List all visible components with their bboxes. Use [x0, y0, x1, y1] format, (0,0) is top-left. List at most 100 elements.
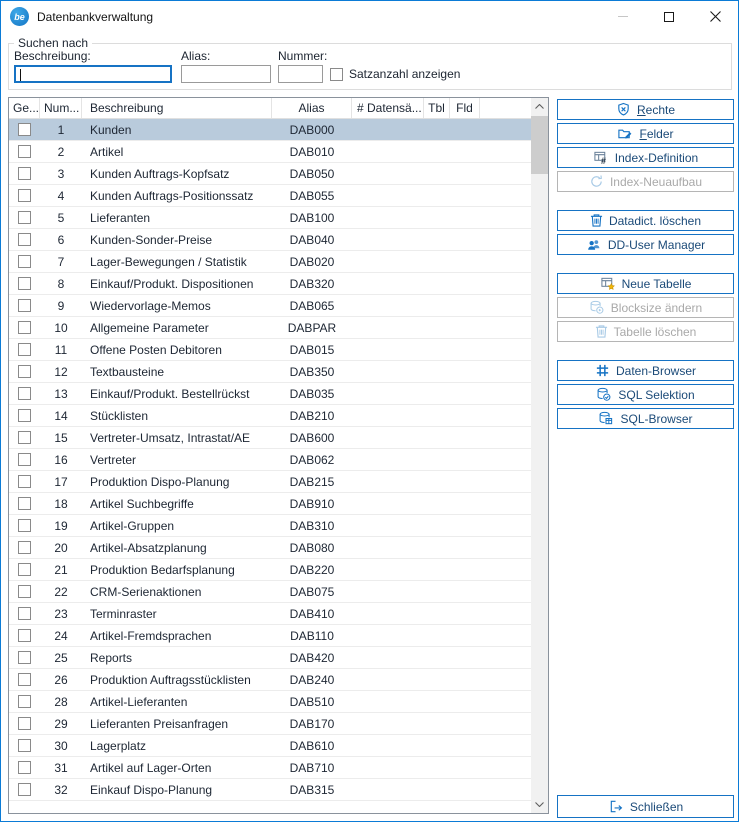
table-row[interactable]: 14 Stücklisten DAB210	[9, 405, 531, 427]
row-checkbox[interactable]	[18, 695, 31, 708]
row-number: 32	[40, 779, 82, 800]
vertical-scrollbar[interactable]	[531, 98, 548, 813]
column-header-datensaetze[interactable]: # Datensä...	[352, 98, 424, 118]
row-checkbox[interactable]	[18, 585, 31, 598]
felder-button[interactable]: Felder	[557, 123, 734, 144]
row-checkbox[interactable]	[18, 343, 31, 356]
row-checkbox[interactable]	[18, 211, 31, 224]
neue-tabelle-button[interactable]: Neue Tabelle	[557, 273, 734, 294]
row-beschreibung: Produktion Auftragsstücklisten	[82, 669, 272, 690]
table-row[interactable]: 24 Artikel-Fremdsprachen DAB110	[9, 625, 531, 647]
row-checkbox[interactable]	[18, 387, 31, 400]
nummer-input[interactable]	[278, 65, 323, 83]
datadict-loeschen-button[interactable]: Datadict. löschen	[557, 210, 734, 231]
table-row[interactable]: 5 Lieferanten DAB100	[9, 207, 531, 229]
table-row[interactable]: 17 Produktion Dispo-Planung DAB215	[9, 471, 531, 493]
satzanzahl-checkbox[interactable]	[330, 68, 343, 81]
row-checkbox[interactable]	[18, 673, 31, 686]
app-logo-icon: be	[10, 7, 29, 26]
row-checkbox[interactable]	[18, 123, 31, 136]
row-checkbox[interactable]	[18, 761, 31, 774]
scroll-up-icon[interactable]	[531, 98, 548, 115]
table-row[interactable]: 6 Kunden-Sonder-Preise DAB040	[9, 229, 531, 251]
index-definition-button[interactable]: #Index-Definition	[557, 147, 734, 168]
row-checkbox[interactable]	[18, 321, 31, 334]
table-row[interactable]: 1 Kunden DAB000	[9, 119, 531, 141]
row-checkbox[interactable]	[18, 651, 31, 664]
table-row[interactable]: 15 Vertreter-Umsatz, Intrastat/AE DAB600	[9, 427, 531, 449]
table-row[interactable]: 19 Artikel-Gruppen DAB310	[9, 515, 531, 537]
sql-browser-button[interactable]: SQL-Browser	[557, 408, 734, 429]
row-tbl	[424, 163, 450, 184]
daten-browser-button[interactable]: Daten-Browser	[557, 360, 734, 381]
table-row[interactable]: 26 Produktion Auftragsstücklisten DAB240	[9, 669, 531, 691]
table-row[interactable]: 11 Offene Posten Debitoren DAB015	[9, 339, 531, 361]
row-checkbox[interactable]	[18, 299, 31, 312]
table-row[interactable]: 21 Produktion Bedarfsplanung DAB220	[9, 559, 531, 581]
sql-selektion-button[interactable]: SQL Selektion	[557, 384, 734, 405]
table-row[interactable]: 18 Artikel Suchbegriffe DAB910	[9, 493, 531, 515]
table-row[interactable]: 31 Artikel auf Lager-Orten DAB710	[9, 757, 531, 779]
table-row[interactable]: 3 Kunden Auftrags-Kopfsatz DAB050	[9, 163, 531, 185]
table-row[interactable]: 2 Artikel DAB010	[9, 141, 531, 163]
table-row[interactable]: 10 Allgemeine Parameter DABPAR	[9, 317, 531, 339]
row-checkbox[interactable]	[18, 409, 31, 422]
row-checkbox[interactable]	[18, 739, 31, 752]
index-neuaufbau-button: Index-Neuaufbau	[557, 171, 734, 192]
row-datensaetze	[352, 757, 424, 778]
alias-input[interactable]	[181, 65, 271, 83]
table-row[interactable]: 32 Einkauf Dispo-Planung DAB315	[9, 779, 531, 801]
table-row[interactable]: 7 Lager-Bewegungen / Statistik DAB020	[9, 251, 531, 273]
row-checkbox[interactable]	[18, 255, 31, 268]
row-number: 21	[40, 559, 82, 580]
close-window-button[interactable]	[692, 1, 738, 32]
column-header-beschreibung[interactable]: Beschreibung	[82, 98, 272, 118]
maximize-button[interactable]	[646, 1, 692, 32]
row-checkbox[interactable]	[18, 783, 31, 796]
rechte-button[interactable]: Rechte	[557, 99, 734, 120]
row-checkbox[interactable]	[18, 607, 31, 620]
table-row[interactable]: 9 Wiedervorlage-Memos DAB065	[9, 295, 531, 317]
column-header-tbl[interactable]: Tbl	[424, 98, 450, 118]
row-checkbox[interactable]	[18, 475, 31, 488]
column-header-fld[interactable]: Fld	[450, 98, 480, 118]
row-checkbox[interactable]	[18, 233, 31, 246]
row-checkbox[interactable]	[18, 277, 31, 290]
table-row[interactable]: 8 Einkauf/Produkt. Dispositionen DAB320	[9, 273, 531, 295]
table-row[interactable]: 28 Artikel-Lieferanten DAB510	[9, 691, 531, 713]
row-checkbox[interactable]	[18, 717, 31, 730]
scrollbar-thumb[interactable]	[531, 116, 548, 174]
row-checkbox[interactable]	[18, 563, 31, 576]
table-row[interactable]: 25 Reports DAB420	[9, 647, 531, 669]
row-number: 23	[40, 603, 82, 624]
row-checkbox[interactable]	[18, 541, 31, 554]
column-header-alias[interactable]: Alias	[272, 98, 352, 118]
row-checkbox[interactable]	[18, 365, 31, 378]
button-label: Index-Neuaufbau	[610, 175, 702, 189]
table-row[interactable]: 23 Terminraster DAB410	[9, 603, 531, 625]
table-row[interactable]: 30 Lagerplatz DAB610	[9, 735, 531, 757]
row-datensaetze	[352, 669, 424, 690]
table-row[interactable]: 13 Einkauf/Produkt. Bestellrückst DAB035	[9, 383, 531, 405]
table-row[interactable]: 4 Kunden Auftrags-Positionssatz DAB055	[9, 185, 531, 207]
row-checkbox[interactable]	[18, 167, 31, 180]
dd-user-manager-button[interactable]: DD-User Manager	[557, 234, 734, 255]
button-label: Daten-Browser	[616, 364, 696, 378]
table-row[interactable]: 29 Lieferanten Preisanfragen DAB170	[9, 713, 531, 735]
table-row[interactable]: 22 CRM-Serienaktionen DAB075	[9, 581, 531, 603]
row-checkbox[interactable]	[18, 519, 31, 532]
schliessen-button[interactable]: Schließen	[557, 795, 734, 818]
column-header-geaendert[interactable]: Ge...	[9, 98, 40, 118]
column-header-nummer[interactable]: Num...	[40, 98, 82, 118]
table-row[interactable]: 20 Artikel-Absatzplanung DAB080	[9, 537, 531, 559]
scroll-down-icon[interactable]	[531, 796, 548, 813]
row-checkbox[interactable]	[18, 453, 31, 466]
row-checkbox[interactable]	[18, 431, 31, 444]
beschreibung-input[interactable]	[14, 65, 172, 83]
row-checkbox[interactable]	[18, 189, 31, 202]
row-checkbox[interactable]	[18, 145, 31, 158]
row-checkbox[interactable]	[18, 497, 31, 510]
table-row[interactable]: 16 Vertreter DAB062	[9, 449, 531, 471]
table-row[interactable]: 12 Textbausteine DAB350	[9, 361, 531, 383]
row-checkbox[interactable]	[18, 629, 31, 642]
